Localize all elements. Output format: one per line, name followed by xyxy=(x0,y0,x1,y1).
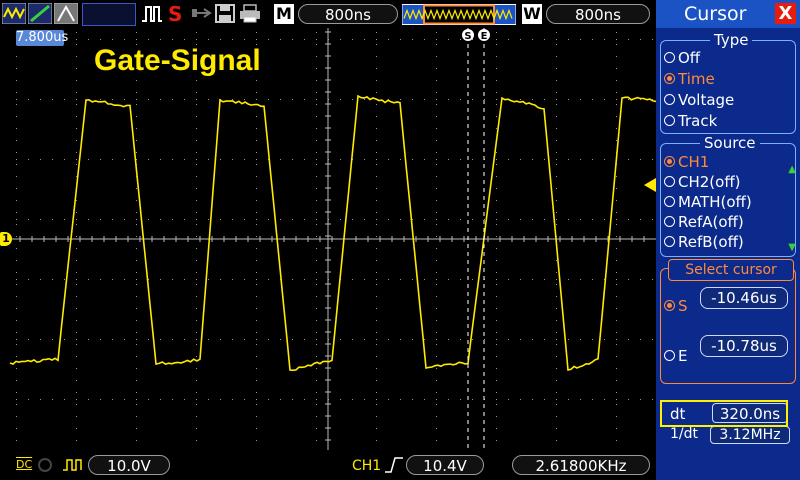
radio-selected-icon xyxy=(664,300,675,311)
gate-signal-trace xyxy=(10,96,656,370)
radio-icon xyxy=(664,216,675,227)
close-button[interactable]: X xyxy=(775,3,796,24)
scroll-down-icon[interactable]: ▼ xyxy=(788,242,796,253)
type-option-voltage[interactable]: Voltage xyxy=(664,90,734,110)
reference-icon[interactable] xyxy=(54,3,78,24)
type-option-label: Time xyxy=(678,70,715,88)
cursor-s-value[interactable]: -10.46us xyxy=(700,287,788,309)
math-icon[interactable] xyxy=(28,3,52,24)
radio-selected-icon xyxy=(664,156,675,167)
window-timebase-readout[interactable]: 800ns xyxy=(546,4,650,24)
source-option-label: CH2(off) xyxy=(678,173,741,191)
trigger-time-flag[interactable]: 7.800us xyxy=(16,30,64,46)
graticule-center-axes xyxy=(8,28,656,450)
type-title: Type xyxy=(710,31,752,49)
stop-indicator: S xyxy=(168,2,182,26)
source-title: Source xyxy=(700,134,760,152)
waveform-graticule: S E xyxy=(8,28,656,450)
rising-edge-icon xyxy=(384,456,404,474)
source-option-label: RefA(off) xyxy=(678,213,744,231)
coupling-dc-label[interactable]: DC xyxy=(16,458,32,471)
select-cursor-title: Select cursor xyxy=(668,259,794,281)
radio-icon xyxy=(664,52,675,63)
select-cursor-e[interactable]: E xyxy=(664,346,687,366)
cursor-s-marker-label: S xyxy=(464,31,471,42)
type-option-off[interactable]: Off xyxy=(664,48,700,68)
scroll-up-icon[interactable]: ▲ xyxy=(788,164,796,175)
select-cursor-s-label: S xyxy=(678,297,688,315)
probe-wave-icon xyxy=(62,457,84,473)
window-box[interactable]: W xyxy=(522,4,542,24)
select-cursor-s[interactable]: S xyxy=(664,296,688,316)
panel-title: Cursor xyxy=(684,0,746,28)
type-option-label: Voltage xyxy=(678,91,734,109)
cursor-e-marker-label: E xyxy=(481,31,488,42)
source-option-math[interactable]: MATH(off) xyxy=(664,192,752,212)
usb-icon xyxy=(190,3,212,24)
menu-slot[interactable] xyxy=(82,3,136,26)
radio-icon xyxy=(664,94,675,105)
select-cursor-group xyxy=(660,268,796,384)
radio-icon xyxy=(664,176,675,187)
trigger-channel-label: CH1 xyxy=(352,458,381,474)
source-option-label: RefB(off) xyxy=(678,233,744,251)
source-option-refb[interactable]: RefB(off) xyxy=(664,232,744,252)
cursor-s-marker: S xyxy=(462,29,474,42)
waveform-title: Gate-Signal xyxy=(94,44,261,78)
graticule-grid xyxy=(16,32,653,441)
save-icon[interactable] xyxy=(214,3,236,24)
trigger-level-marker xyxy=(644,178,656,192)
source-option-label: MATH(off) xyxy=(678,193,752,211)
bottom-status-bar: DC 10.0V CH1 10.4V 2.61800KHz xyxy=(0,450,656,480)
type-option-time[interactable]: Time xyxy=(664,69,715,89)
type-option-track[interactable]: Track xyxy=(664,111,717,131)
waveform-icon[interactable] xyxy=(2,3,26,24)
type-option-label: Track xyxy=(678,112,717,130)
radio-icon xyxy=(664,350,675,361)
waveform-display[interactable]: S E 7.800us Gate-Signal xyxy=(8,28,656,450)
frequency-readout: 2.61800KHz xyxy=(512,455,650,475)
source-option-refa[interactable]: RefA(off) xyxy=(664,212,744,232)
panel-header: Cursor X xyxy=(656,0,800,28)
radio-icon xyxy=(664,196,675,207)
printer-icon[interactable] xyxy=(238,3,262,24)
source-option-ch2[interactable]: CH2(off) xyxy=(664,172,741,192)
mode-box[interactable]: M xyxy=(274,4,294,24)
timebase-readout[interactable]: 800ns xyxy=(298,4,398,24)
inv-dt-value: 3.12MHz xyxy=(710,426,790,444)
trigger-level-readout[interactable]: 10.4V xyxy=(406,455,484,475)
top-toolbar: S M 800ns W 800ns xyxy=(0,0,656,28)
inv-dt-label: 1/dt xyxy=(670,426,698,442)
ch1-volt-div[interactable]: 10.0V xyxy=(88,455,170,475)
source-option-label: CH1 xyxy=(678,153,709,171)
type-option-label: Off xyxy=(678,49,700,67)
cursor-e-value[interactable]: -10.78us xyxy=(700,335,788,357)
radio-selected-icon xyxy=(664,73,675,84)
select-cursor-e-label: E xyxy=(678,347,687,365)
pulse-icon xyxy=(140,3,164,24)
window-preview-icon[interactable] xyxy=(402,4,516,25)
bandwidth-limit-icon xyxy=(36,457,54,473)
radio-icon xyxy=(664,236,675,247)
source-option-ch1[interactable]: CH1 xyxy=(664,152,709,172)
dt-highlight-frame xyxy=(660,400,788,427)
radio-icon xyxy=(664,115,675,126)
cursor-e-marker: E xyxy=(478,29,490,42)
